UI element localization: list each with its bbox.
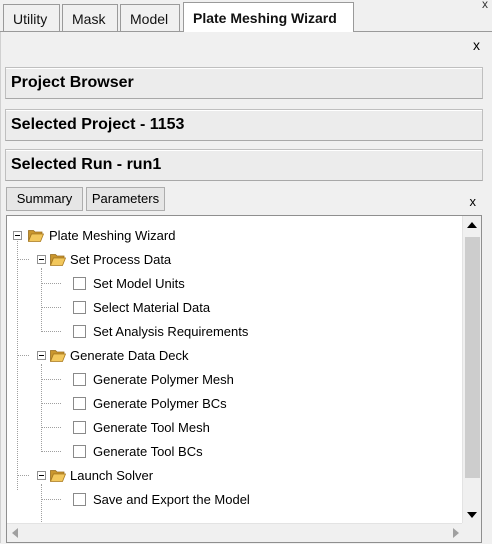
step-checkbox[interactable]	[73, 325, 86, 338]
tree-connector	[41, 268, 42, 332]
step-checkbox[interactable]	[73, 301, 86, 314]
tree-connector	[17, 259, 29, 260]
tree-connector	[41, 379, 61, 380]
tree-connector	[41, 484, 42, 524]
panel-close-icon[interactable]: x	[473, 37, 480, 53]
step-checkbox[interactable]	[73, 421, 86, 434]
scroll-down-icon[interactable]	[467, 512, 477, 518]
tree-connector	[41, 331, 61, 332]
tree-close-icon[interactable]: x	[470, 194, 477, 209]
tree-step-label[interactable]: Set Analysis Requirements	[93, 322, 248, 342]
collapse-icon[interactable]	[37, 471, 46, 480]
summary-button[interactable]: Summary	[6, 187, 83, 211]
scroll-up-icon[interactable]	[467, 222, 477, 228]
tab-mask[interactable]: Mask	[62, 4, 118, 32]
tree-step-label[interactable]: Select Material Data	[93, 298, 210, 318]
tree-step-label[interactable]: Generate Tool Mesh	[93, 418, 210, 438]
collapse-icon[interactable]	[37, 351, 46, 360]
vertical-scroll-thumb[interactable]	[465, 237, 480, 478]
tree-connector	[41, 499, 61, 500]
tree-root-label[interactable]: Plate Meshing Wizard	[49, 226, 175, 246]
tree-connector	[17, 355, 29, 356]
parameters-button[interactable]: Parameters	[86, 187, 165, 211]
tree-group-label[interactable]: Generate Data Deck	[70, 346, 189, 366]
project-browser-header[interactable]: Project Browser	[5, 67, 483, 99]
tree-connector	[17, 236, 18, 490]
tree-connector	[17, 475, 29, 476]
tree-connector	[41, 451, 61, 452]
horizontal-scrollbar[interactable]	[7, 523, 464, 542]
tree-connector	[41, 403, 61, 404]
wizard-tree[interactable]: Plate Meshing Wizard Set Process Data Se…	[6, 215, 482, 543]
tab-plate-meshing-wizard[interactable]: Plate Meshing Wizard	[183, 2, 354, 32]
collapse-icon[interactable]	[13, 231, 22, 240]
folder-open-icon	[50, 350, 66, 362]
collapse-icon[interactable]	[37, 255, 46, 264]
tab-strip: Utility Mask Model Plate Meshing Wizard …	[0, 0, 492, 32]
scroll-left-icon[interactable]	[12, 528, 18, 538]
tree-connector	[41, 307, 61, 308]
tab-utility[interactable]: Utility	[3, 4, 60, 32]
step-checkbox[interactable]	[73, 277, 86, 290]
tree-connector	[41, 283, 61, 284]
folder-open-icon	[50, 254, 66, 266]
tree-step-label[interactable]: Generate Polymer Mesh	[93, 370, 234, 390]
step-checkbox[interactable]	[73, 493, 86, 506]
folder-open-icon	[50, 470, 66, 482]
tree-group-label[interactable]: Launch Solver	[70, 466, 153, 486]
tree-group-label[interactable]: Set Process Data	[70, 250, 171, 270]
step-checkbox[interactable]	[73, 373, 86, 386]
wizard-panel: x Project Browser Selected Project - 115…	[0, 32, 490, 543]
step-checkbox[interactable]	[73, 445, 86, 458]
scroll-right-icon[interactable]	[453, 528, 459, 538]
tree-step-label[interactable]: Set Model Units	[93, 274, 185, 294]
folder-open-icon	[28, 230, 44, 242]
selected-project-header[interactable]: Selected Project - 1153	[5, 109, 483, 141]
tab-model[interactable]: Model	[120, 4, 180, 32]
tree-step-label[interactable]: Generate Tool BCs	[93, 442, 203, 462]
scrollbar-corner	[462, 523, 481, 542]
tree-connector	[41, 364, 42, 452]
vertical-scrollbar[interactable]	[462, 216, 481, 524]
tree-connector	[41, 427, 61, 428]
tree-step-label[interactable]: Generate Polymer BCs	[93, 394, 227, 414]
step-checkbox[interactable]	[73, 397, 86, 410]
window-close-icon[interactable]: x	[482, 0, 488, 11]
selected-run-header[interactable]: Selected Run - run1	[5, 149, 483, 181]
tree-step-label[interactable]: Save and Export the Model	[93, 490, 250, 510]
